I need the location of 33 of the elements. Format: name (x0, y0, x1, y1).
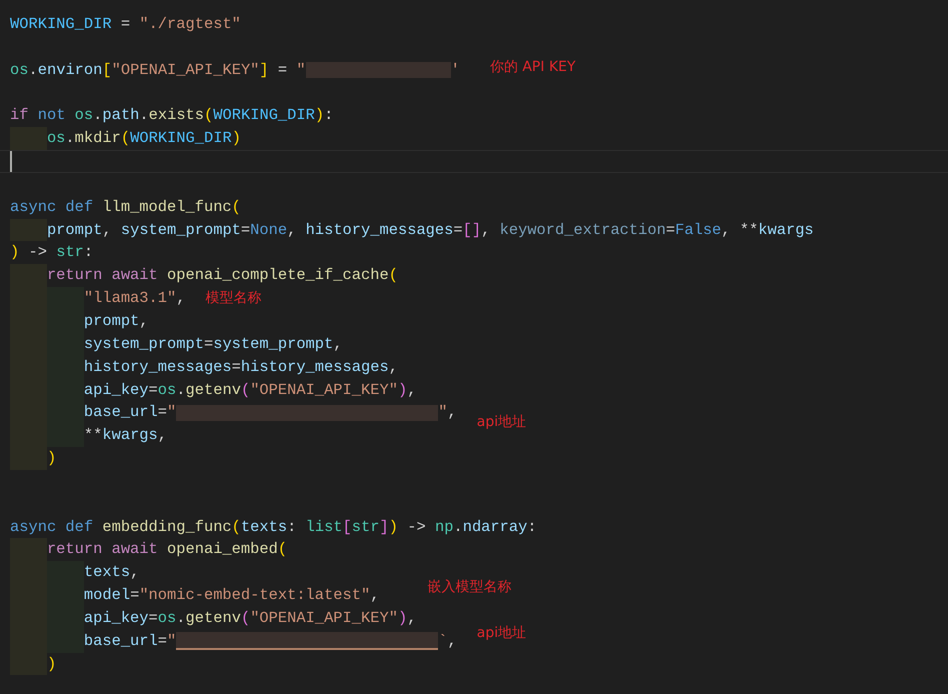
code-text: prompt, system_prompt=None, history_messages=[], keyword_extraction=False, **kwargs (46, 220, 814, 241)
code-text: ) (46, 654, 56, 675)
code-text: os.environ["OPENAI_API_KEY"] = " (10, 60, 306, 81)
annotation-text: 你的 API KEY (490, 58, 576, 77)
text-cursor (10, 151, 12, 172)
annotation-text: api地址 (476, 413, 526, 432)
code-text: base_url=" (84, 402, 176, 424)
code-text: base_url=" (84, 630, 176, 652)
code-text: **kwargs, (84, 425, 168, 446)
code-text: prompt, (84, 310, 149, 332)
annotation-text: 模型名称 (205, 289, 262, 308)
indent-guide (10, 127, 47, 150)
annotation-text: 嵌入模型名称 (427, 578, 512, 598)
code-text: model="nomic-embed-text:latest", (84, 585, 380, 606)
code-text: "llama3.1", (84, 288, 186, 310)
code-text: ) (46, 448, 56, 470)
code-text: texts, (84, 562, 140, 584)
code-text: if not os.path.exists(WORKING_DIR): (10, 105, 334, 126)
code-text: return await openai_embed( (46, 539, 288, 560)
code-text: ' (450, 60, 460, 81)
code-text: history_messages=history_messages, (84, 356, 398, 378)
code-text: ) -> str: (10, 242, 94, 264)
annotation-text: api地址 (476, 624, 526, 643)
code-text: os.mkdir(WORKING_DIR) (46, 128, 241, 150)
code-text: api_key=os.getenv("OPENAI_API_KEY"), (84, 608, 416, 629)
code-text: return await openai_complete_if_cache( (46, 265, 398, 286)
code-text: api_key=os.getenv("OPENAI_API_KEY"), (84, 380, 416, 400)
code-text: ", (438, 402, 457, 424)
code-text: `, (438, 630, 457, 652)
code-text: async def embedding_func(texts: list[str]) -> np.ndarray: (10, 516, 537, 538)
code-text: system_prompt=system_prompt, (84, 334, 343, 355)
code-text: WORKING_DIR = "./ragtest" (10, 14, 241, 35)
code-text: async def llm_model_func( (10, 196, 241, 218)
